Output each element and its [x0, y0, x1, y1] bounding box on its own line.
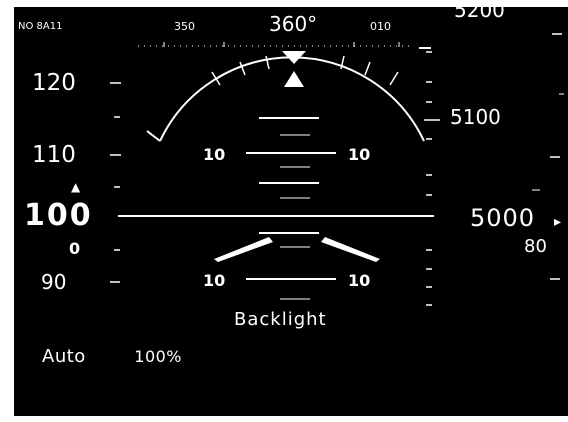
airspeed-tick-label: 120: [32, 70, 76, 96]
heading-right-label: 010: [370, 20, 391, 33]
ident-label: NO 8A11: [18, 21, 62, 32]
altitude-top-partial-label: 5200: [454, 7, 505, 22]
altitude-current-readout: 5000: [470, 204, 535, 232]
heading-tape-ticks: [138, 42, 414, 47]
backlight-settings-row[interactable]: Auto 100%: [42, 346, 182, 367]
aircraft-symbol: [214, 237, 380, 262]
airspeed-tape: 120 110 ▲ 100 0 90: [24, 70, 121, 294]
airspeed-tick-label: 110: [32, 142, 76, 168]
airspeed-trend-marker: ▲: [71, 180, 81, 194]
airspeed-current-readout: 100: [24, 198, 93, 233]
pitch-label: 10: [348, 145, 370, 164]
altitude-tape: 5200 5100 5000 ▸ 80: [419, 7, 564, 306]
pitch-label: 10: [203, 145, 225, 164]
altitude-mid-label: 5100: [450, 105, 501, 129]
pitch-label: 10: [348, 271, 370, 290]
heading-current-label: 360°: [269, 12, 317, 36]
altitude-pointer: ▸: [554, 214, 561, 230]
pitch-ladder: [246, 117, 336, 300]
altitude-sub-digits: 80: [524, 236, 547, 257]
airspeed-tick-label: 90: [41, 270, 66, 294]
heading-left-label: 350: [174, 20, 195, 33]
backlight-level[interactable]: 100%: [134, 347, 182, 366]
pitch-label: 10: [203, 271, 225, 290]
bank-angle-scale: [146, 55, 425, 142]
backlight-title: Backlight: [234, 309, 327, 330]
backlight-mode[interactable]: Auto: [42, 346, 86, 367]
airspeed-trend-digit: 0: [69, 239, 80, 258]
pfd-screen: NO 8A11 350 360° 010 120 110 ▲ 100 0 90: [14, 7, 568, 416]
roll-pointer: [282, 51, 306, 87]
